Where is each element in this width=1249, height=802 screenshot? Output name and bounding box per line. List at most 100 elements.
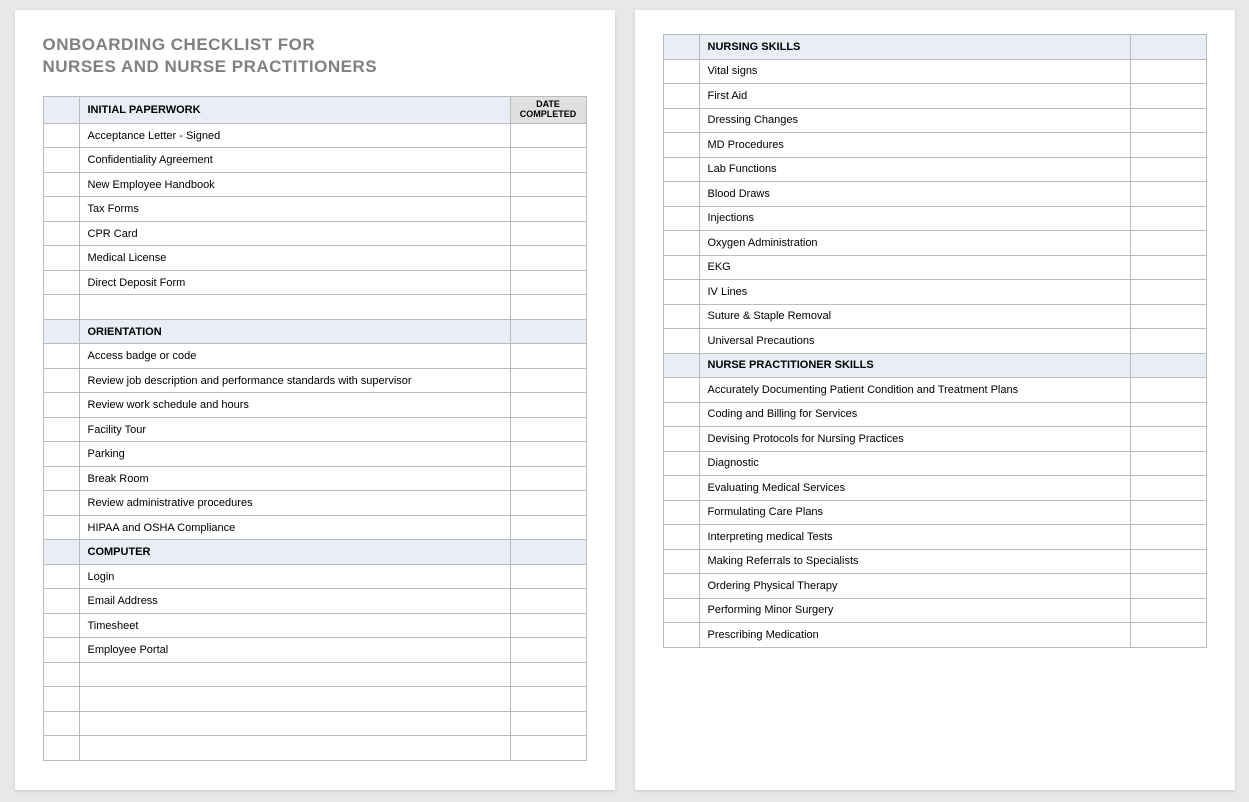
date-cell[interactable] [510,687,586,712]
checkbox-cell[interactable] [43,491,79,516]
date-cell[interactable] [510,246,586,271]
checkbox-cell[interactable] [43,711,79,736]
checkbox-cell[interactable] [43,172,79,197]
date-cell[interactable] [1130,427,1206,452]
checkbox-cell[interactable] [43,662,79,687]
checkbox-cell[interactable] [663,157,699,182]
table-row: Medical License [43,246,586,271]
date-completed-header: DATE COMPLETED [510,97,586,124]
date-cell[interactable] [510,564,586,589]
date-cell[interactable] [510,148,586,173]
date-cell[interactable] [510,270,586,295]
date-cell[interactable] [1130,59,1206,84]
date-cell[interactable] [1130,500,1206,525]
checkbox-cell[interactable] [663,549,699,574]
checkbox-cell[interactable] [43,613,79,638]
date-cell[interactable] [1130,549,1206,574]
checkbox-cell[interactable] [43,368,79,393]
date-cell[interactable] [510,393,586,418]
checkbox-cell[interactable] [663,476,699,501]
date-cell[interactable] [510,515,586,540]
checkbox-cell[interactable] [43,148,79,173]
column-header-row: INITIAL PAPERWORK DATE COMPLETED [43,97,586,124]
date-cell[interactable] [1130,598,1206,623]
checkbox-cell[interactable] [663,108,699,133]
checkbox-cell[interactable] [663,255,699,280]
date-cell[interactable] [1130,231,1206,256]
date-cell[interactable] [1130,525,1206,550]
checkbox-cell[interactable] [43,246,79,271]
checkbox-cell[interactable] [663,402,699,427]
date-cell[interactable] [1130,182,1206,207]
checkbox-cell[interactable] [43,736,79,761]
date-cell[interactable] [1130,255,1206,280]
date-cell[interactable] [1130,574,1206,599]
checkbox-cell[interactable] [663,427,699,452]
date-cell[interactable] [510,491,586,516]
date-cell[interactable] [510,417,586,442]
date-cell[interactable] [1130,451,1206,476]
checkbox-cell[interactable] [43,638,79,663]
date-cell[interactable] [1130,280,1206,305]
date-cell[interactable] [1130,304,1206,329]
date-cell[interactable] [1130,108,1206,133]
table-row: Tax Forms [43,197,586,222]
date-cell[interactable] [1130,329,1206,354]
date-cell[interactable] [510,662,586,687]
date-cell[interactable] [1130,378,1206,403]
date-cell[interactable] [510,638,586,663]
checkbox-cell[interactable] [43,123,79,148]
checkbox-cell[interactable] [663,231,699,256]
checkbox-cell[interactable] [43,466,79,491]
checkbox-cell[interactable] [43,270,79,295]
date-cell[interactable] [1130,133,1206,158]
checkbox-cell[interactable] [43,589,79,614]
checkbox-cell[interactable] [43,197,79,222]
item-cell: Employee Portal [79,638,510,663]
date-cell[interactable] [510,197,586,222]
date-cell[interactable] [1130,84,1206,109]
checkbox-header-cell [43,540,79,565]
checkbox-cell[interactable] [43,393,79,418]
date-cell[interactable] [510,344,586,369]
checkbox-cell[interactable] [663,280,699,305]
date-cell[interactable] [1130,402,1206,427]
date-cell[interactable] [510,123,586,148]
checkbox-cell[interactable] [663,623,699,648]
checkbox-cell[interactable] [43,515,79,540]
date-cell[interactable] [510,221,586,246]
date-cell[interactable] [1130,157,1206,182]
date-cell[interactable] [510,442,586,467]
date-cell[interactable] [510,466,586,491]
checkbox-cell[interactable] [663,206,699,231]
checkbox-cell[interactable] [43,344,79,369]
checkbox-cell[interactable] [663,304,699,329]
checkbox-cell[interactable] [663,329,699,354]
date-cell[interactable] [510,368,586,393]
date-cell[interactable] [510,172,586,197]
checkbox-cell[interactable] [663,133,699,158]
checkbox-cell[interactable] [663,59,699,84]
checkbox-cell[interactable] [43,442,79,467]
checkbox-cell[interactable] [663,182,699,207]
date-cell[interactable] [510,613,586,638]
date-cell[interactable] [1130,206,1206,231]
checkbox-cell[interactable] [663,84,699,109]
checkbox-cell[interactable] [43,295,79,320]
date-cell[interactable] [510,736,586,761]
date-cell[interactable] [510,711,586,736]
checkbox-cell[interactable] [43,417,79,442]
date-cell[interactable] [510,589,586,614]
checkbox-cell[interactable] [663,574,699,599]
checkbox-cell[interactable] [663,451,699,476]
checkbox-cell[interactable] [43,687,79,712]
checkbox-cell[interactable] [663,525,699,550]
date-cell[interactable] [1130,623,1206,648]
checkbox-cell[interactable] [663,378,699,403]
checkbox-cell[interactable] [43,564,79,589]
date-cell[interactable] [1130,476,1206,501]
date-cell[interactable] [510,295,586,320]
checkbox-cell[interactable] [663,500,699,525]
checkbox-cell[interactable] [43,221,79,246]
checkbox-cell[interactable] [663,598,699,623]
